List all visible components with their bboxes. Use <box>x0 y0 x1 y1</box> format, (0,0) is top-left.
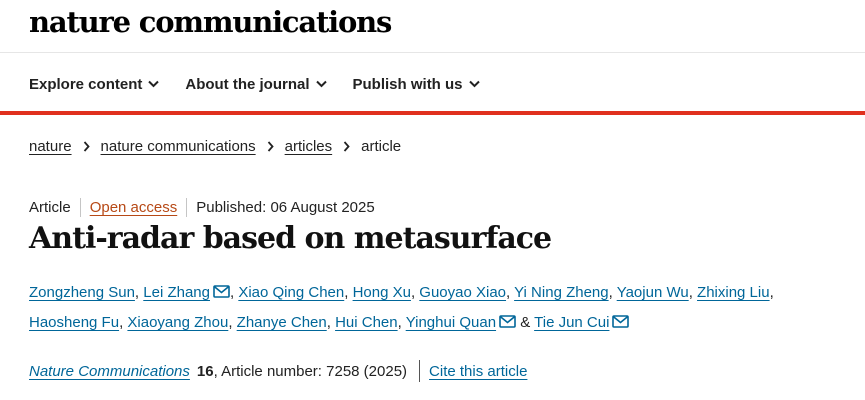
article-title: Anti-radar based on metasurface <box>29 221 552 256</box>
published-date: Published: 06 August 2025 <box>196 199 375 216</box>
accent-bar <box>0 111 865 115</box>
author-link[interactable]: Xiao Qing Chen <box>238 284 344 301</box>
nav-about-journal[interactable]: About the journal <box>185 72 327 96</box>
breadcrumb-articles[interactable]: articles <box>285 138 333 155</box>
citation-divider <box>419 360 421 382</box>
author-link[interactable]: Tie Jun Cui <box>534 314 609 331</box>
chevron-right-icon <box>83 141 90 152</box>
breadcrumb-nature-communications[interactable]: nature communications <box>101 138 256 155</box>
nav-explore-content[interactable]: Explore content <box>29 72 160 96</box>
nav-label: Publish with us <box>352 75 463 93</box>
author-link[interactable]: Haosheng Fu <box>29 314 119 331</box>
nav-publish-with-us[interactable]: Publish with us <box>353 72 480 96</box>
journal-link[interactable]: Nature Communications <box>29 363 190 380</box>
meta-divider <box>186 198 188 217</box>
chevron-right-icon <box>267 141 274 152</box>
nav-label: About the journal <box>185 75 310 93</box>
chevron-down-icon <box>315 80 327 88</box>
author-link[interactable]: Hui Chen <box>335 314 398 331</box>
article-meta: Article Open access Published: 06 August… <box>29 198 375 217</box>
citation-line: Nature Communications 16 , Article numbe… <box>29 360 527 382</box>
mail-icon[interactable] <box>612 315 630 328</box>
journal-logo[interactable]: nature communications <box>29 2 392 42</box>
nav-label: Explore content <box>29 75 143 93</box>
author-link[interactable]: Yaojun Wu <box>617 284 689 301</box>
author-link[interactable]: Lei Zhang <box>143 284 210 301</box>
meta-divider <box>79 198 81 217</box>
header-divider <box>0 52 865 53</box>
breadcrumb-current: article <box>361 138 402 155</box>
author-link[interactable]: Zhixing Liu <box>697 284 770 301</box>
breadcrumb-nature[interactable]: nature <box>29 138 72 155</box>
breadcrumb: nature nature communications articles ar… <box>29 138 401 155</box>
author-link[interactable]: Yi Ning Zheng <box>514 284 609 301</box>
volume-number: 16 <box>196 362 214 380</box>
main-nav: Explore content About the journal Publis… <box>29 72 480 96</box>
author-list: Zongzheng Sun, Lei Zhang, Xiao Qing Chen… <box>29 284 774 331</box>
mail-icon[interactable] <box>213 285 230 298</box>
chevron-right-icon <box>343 141 350 152</box>
author-link[interactable]: Hong Xu <box>353 284 411 301</box>
author-link[interactable]: Yinghui Quan <box>406 314 496 331</box>
author-link[interactable]: Guoyao Xiao <box>419 284 506 301</box>
chevron-down-icon <box>468 80 480 88</box>
article-type: Article <box>29 199 71 216</box>
author-link[interactable]: Xiaoyang Zhou <box>127 314 228 331</box>
author-link[interactable]: Zhanye Chen <box>237 314 327 331</box>
mail-icon[interactable] <box>499 315 516 328</box>
open-access-link[interactable]: Open access <box>90 199 178 216</box>
author-link[interactable]: Zongzheng Sun <box>29 284 135 301</box>
cite-this-article-link[interactable]: Cite this article <box>429 363 527 380</box>
chevron-down-icon <box>148 80 160 88</box>
article-number: , Article number: 7258 (2025) <box>213 362 408 380</box>
